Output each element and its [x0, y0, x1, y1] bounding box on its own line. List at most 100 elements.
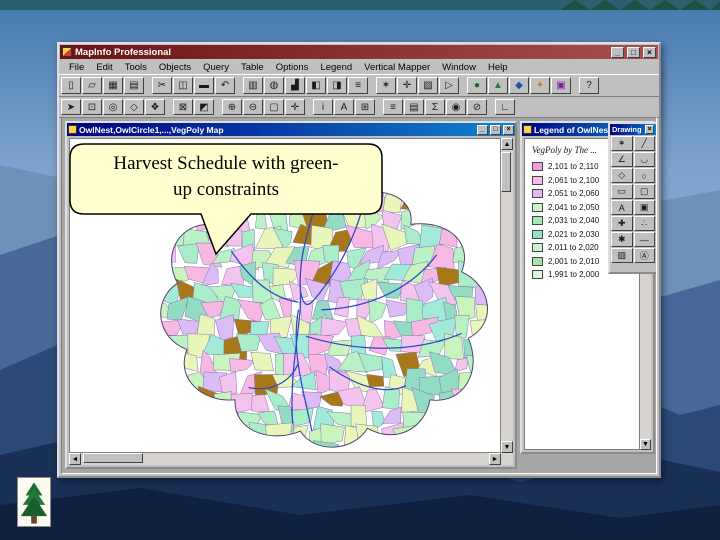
menu-table[interactable]: Table: [235, 62, 270, 73]
layout-view-icon[interactable]: ▣: [551, 77, 571, 94]
new-table-icon[interactable]: ▯: [61, 77, 81, 94]
line-tool-icon[interactable]: ╱: [633, 136, 655, 151]
grid-tools-icon[interactable]: ◆: [509, 77, 529, 94]
new-redistricter-icon[interactable]: ◨: [327, 77, 347, 94]
close-button[interactable]: ×: [643, 46, 656, 58]
info-icon[interactable]: i: [313, 99, 333, 115]
new-mapper-icon[interactable]: ◍: [264, 77, 284, 94]
scroll-thumb[interactable]: [501, 152, 511, 192]
legend-label: 2,061 to 2,100: [548, 175, 600, 185]
minimize-button[interactable]: _: [611, 46, 624, 58]
help-icon[interactable]: ?: [579, 77, 599, 94]
hotlink-icon[interactable]: ✶: [376, 77, 396, 94]
menu-legend[interactable]: Legend: [314, 62, 358, 73]
menu-window[interactable]: Window: [436, 62, 482, 73]
line-style-icon[interactable]: —: [633, 232, 655, 247]
menu-options[interactable]: Options: [270, 62, 315, 73]
menu-objects[interactable]: Objects: [153, 62, 197, 73]
boundary-select-icon[interactable]: ❖: [145, 99, 165, 115]
scroll-track[interactable]: [81, 453, 489, 465]
menu-edit[interactable]: Edit: [90, 62, 118, 73]
polygon-select-icon[interactable]: ◇: [124, 99, 144, 115]
scroll-up-icon[interactable]: ▲: [501, 138, 513, 150]
layer-control-icon[interactable]: ≡: [383, 99, 403, 115]
drawing-palette-close-icon[interactable]: ×: [645, 125, 654, 134]
zoom-in-icon[interactable]: ⊕: [222, 99, 242, 115]
select-icon[interactable]: ➤: [61, 99, 81, 115]
reshape-tool-icon[interactable]: ✚: [611, 216, 633, 231]
drag-map-window-icon[interactable]: ⊞: [355, 99, 375, 115]
scroll-left-icon[interactable]: ◄: [69, 453, 81, 465]
paste-icon[interactable]: ▬: [194, 77, 214, 94]
text-tool-icon[interactable]: A: [611, 200, 633, 215]
invert-selection-icon[interactable]: ◩: [194, 99, 214, 115]
menu-file[interactable]: File: [63, 62, 90, 73]
new-layout-icon[interactable]: ◧: [306, 77, 326, 94]
text-style-icon[interactable]: Ⓐ: [633, 248, 655, 263]
map-close-button[interactable]: ×: [503, 124, 514, 135]
symbol-style-icon[interactable]: ✱: [611, 232, 633, 247]
legend-label: 2,021 to 2,030: [548, 229, 600, 239]
arc-tool-icon[interactable]: ◡: [633, 152, 655, 167]
cut-icon[interactable]: ✂: [152, 77, 172, 94]
district-browser-icon[interactable]: ≡: [348, 77, 368, 94]
title-bar[interactable]: MapInfo Professional _ □ ×: [60, 45, 658, 59]
menu-help[interactable]: Help: [482, 62, 514, 73]
map-minimize-button[interactable]: _: [477, 124, 488, 135]
legend-swatch: [532, 175, 543, 185]
map-window-title-bar[interactable]: OwlNest,OwlCircle1,...,VegPoly Map _ □ ×: [67, 123, 515, 136]
print-icon[interactable]: ▤: [124, 77, 144, 94]
geocode-icon[interactable]: ✛: [397, 77, 417, 94]
crystal-reports-icon[interactable]: ▨: [418, 77, 438, 94]
label-icon[interactable]: A: [334, 99, 354, 115]
add-node-tool-icon[interactable]: ∴: [633, 216, 655, 231]
set-target-icon[interactable]: ◉: [446, 99, 466, 115]
zoom-out-icon[interactable]: ⊖: [243, 99, 263, 115]
radius-select-icon[interactable]: ◎: [103, 99, 123, 115]
rounded-rectangle-tool-icon[interactable]: ▢: [633, 184, 655, 199]
unselect-all-icon[interactable]: ⊠: [173, 99, 193, 115]
scroll-right-icon[interactable]: ►: [489, 453, 501, 465]
map-horizontal-scrollbar[interactable]: ◄ ►: [69, 453, 501, 465]
copy-icon[interactable]: ◫: [173, 77, 193, 94]
pine-tree-icon: [20, 482, 48, 524]
region-style-icon[interactable]: ▨: [611, 248, 633, 263]
undo-icon[interactable]: ↶: [215, 77, 235, 94]
menu-query[interactable]: Query: [197, 62, 235, 73]
scroll-down-icon[interactable]: ▼: [501, 441, 513, 453]
scroll-thumb[interactable]: [83, 453, 143, 463]
symbol-tool-icon[interactable]: ✶: [611, 136, 633, 151]
legend-label: 2,011 to 2,020: [548, 243, 599, 252]
polygon-tool-icon[interactable]: ◇: [611, 168, 633, 183]
main-toolbar: ➤ ⊡ ◎ ◇ ❖ ⊠ ◩ ⊕ ⊖ ▢ ✛ i A ⊞ ≡ ▤ Σ ◉ ⊘ ∟: [59, 97, 659, 118]
rectangle-tool-icon[interactable]: ▭: [611, 184, 633, 199]
change-view-icon[interactable]: ▢: [264, 99, 284, 115]
open-table-icon[interactable]: ▱: [82, 77, 102, 94]
clip-region-icon[interactable]: ⊘: [467, 99, 487, 115]
mapping-wizard-icon[interactable]: ▲: [488, 77, 508, 94]
new-browser-icon[interactable]: ▥: [243, 77, 263, 94]
ruler-icon[interactable]: ∟: [495, 99, 515, 115]
marquee-select-icon[interactable]: ⊡: [82, 99, 102, 115]
statistics-icon[interactable]: Σ: [425, 99, 445, 115]
menu-vertical-mapper[interactable]: Vertical Mapper: [358, 62, 436, 73]
map-maximize-button[interactable]: □: [490, 124, 501, 135]
menu-tools[interactable]: Tools: [119, 62, 153, 73]
legend-swatch: [532, 189, 543, 198]
frame-tool-icon[interactable]: ▣: [633, 200, 655, 215]
map-vertical-scrollbar[interactable]: ▲ ▼: [501, 138, 513, 453]
run-mapbasic-icon[interactable]: ▷: [439, 77, 459, 94]
drawing-palette-title-bar[interactable]: Drawing ×: [610, 124, 656, 135]
ellipse-tool-icon[interactable]: ○: [633, 168, 655, 183]
toolbar-separator: [145, 78, 151, 94]
scroll-down-icon[interactable]: ▼: [640, 439, 651, 450]
web-services-icon[interactable]: ●: [467, 77, 487, 94]
raster-tools-icon[interactable]: ✦: [530, 77, 550, 94]
scroll-track[interactable]: [501, 150, 513, 441]
polyline-tool-icon[interactable]: ∠: [611, 152, 633, 167]
grabber-icon[interactable]: ✛: [285, 99, 305, 115]
new-grapher-icon[interactable]: ▟: [285, 77, 305, 94]
show-legend-icon[interactable]: ▤: [404, 99, 424, 115]
maximize-button[interactable]: □: [627, 46, 640, 58]
save-table-icon[interactable]: ▦: [103, 77, 123, 94]
